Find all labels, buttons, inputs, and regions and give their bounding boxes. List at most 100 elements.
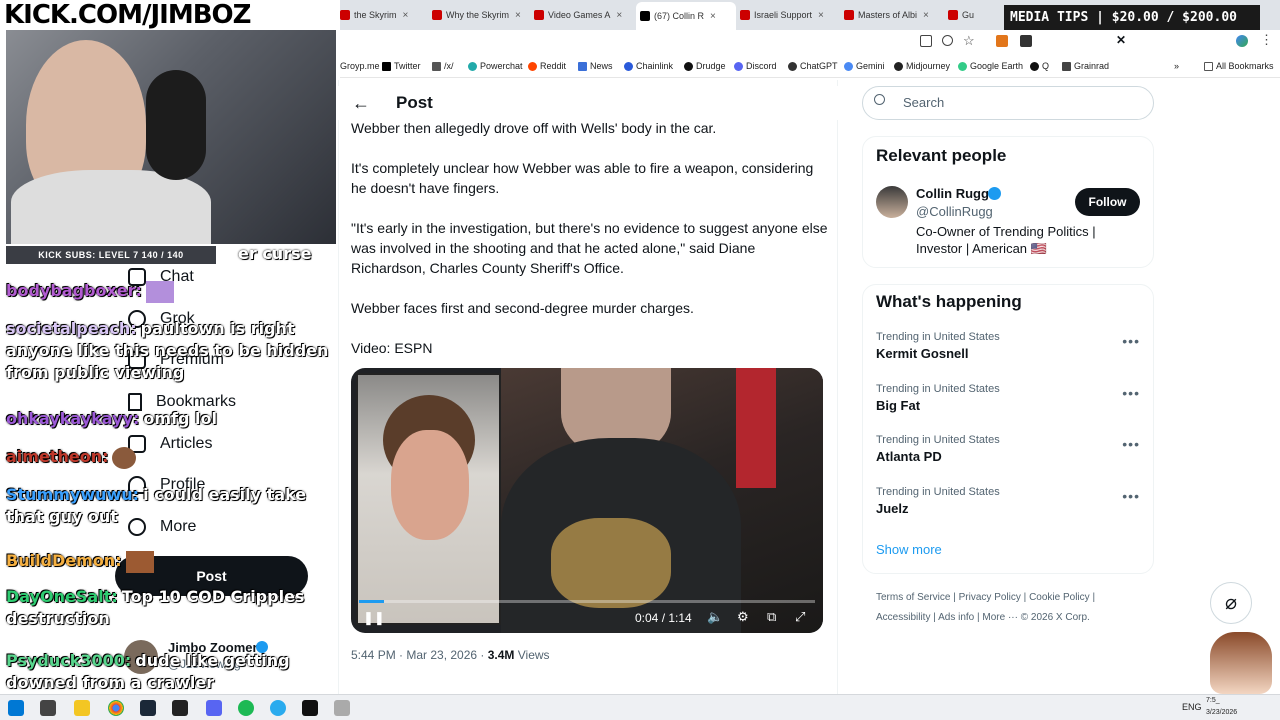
back-arrow-icon[interactable]: ← xyxy=(352,93,370,114)
file-explorer-icon[interactable] xyxy=(74,700,90,716)
views-count: 3.4M xyxy=(487,648,515,662)
close-icon[interactable]: × xyxy=(515,10,521,21)
subs-goal-bar: KICK SUBS: LEVEL 7 140 / 140 xyxy=(6,246,216,264)
browser-tab[interactable]: Israeli Support × xyxy=(740,4,840,26)
face xyxy=(391,430,469,540)
more-icon[interactable]: ••• xyxy=(1122,436,1140,452)
bookmark[interactable]: ChatGPT xyxy=(788,61,838,71)
settings-icon[interactable]: ⚙ xyxy=(737,609,749,625)
windows-start-icon[interactable] xyxy=(8,700,24,716)
trend-context: Trending in United States xyxy=(876,486,1000,498)
pause-icon[interactable]: ❚❚ xyxy=(363,610,385,626)
person-name[interactable]: Collin Rugg xyxy=(916,186,989,201)
bookmark[interactable]: Discord xyxy=(734,61,777,71)
chrome-icon[interactable] xyxy=(108,700,124,716)
discord-icon[interactable] xyxy=(206,700,222,716)
volume-icon[interactable]: 🔈 xyxy=(707,609,723,625)
views-label: Views xyxy=(514,648,550,662)
language-indicator[interactable]: ENG xyxy=(1182,702,1202,712)
task-view-icon[interactable] xyxy=(40,700,56,716)
trend-item[interactable]: Trending in United States Juelz ••• xyxy=(876,486,1146,516)
chat-username: bodybagboxer: xyxy=(6,281,142,300)
footer-link[interactable]: Cookie Policy xyxy=(1029,592,1090,603)
bookmark[interactable]: Twitter xyxy=(382,61,421,71)
metamask-icon[interactable] xyxy=(996,35,1008,47)
telegram-icon[interactable] xyxy=(270,700,286,716)
footer-link[interactable]: More ··· xyxy=(982,612,1018,623)
close-icon[interactable]: × xyxy=(616,10,622,21)
bookmark-label: Midjourney xyxy=(906,61,951,71)
trend-item[interactable]: Trending in United States Kermit Gosnell •… xyxy=(876,331,1146,361)
microphone-icon xyxy=(146,70,206,180)
footer-link[interactable]: Accessibility xyxy=(876,612,930,623)
bookmark[interactable]: Chainlink xyxy=(624,61,673,71)
app-icon[interactable] xyxy=(302,700,318,716)
section-title: What's happening xyxy=(876,292,1022,311)
more-icon[interactable]: ••• xyxy=(1122,333,1140,349)
screenshot-icon[interactable] xyxy=(920,35,932,47)
footer-link[interactable]: Terms of Service xyxy=(876,592,950,603)
post-timestamp[interactable]: 5:44 PM · Mar 23, 2026 · xyxy=(351,648,488,662)
post-paragraph: Video: ESPN xyxy=(351,340,433,356)
copyright: © 2026 X Corp. xyxy=(1020,612,1090,623)
menu-icon[interactable]: ⋮ xyxy=(1260,32,1273,48)
all-bookmarks[interactable]: All Bookmarks xyxy=(1204,61,1274,71)
discord-icon xyxy=(734,61,743,71)
zoom-icon[interactable] xyxy=(942,35,953,46)
bookmark[interactable]: Q xyxy=(1030,61,1049,71)
browser-tab[interactable]: Why the Skyrim × xyxy=(432,4,530,26)
video-player[interactable]: ❚❚ 0:04 / 1:14 🔈 ⚙ ⧉ ⤢ xyxy=(351,368,823,633)
steam-icon[interactable] xyxy=(140,700,156,716)
star-icon[interactable]: ☆ xyxy=(963,33,975,49)
footer-link[interactable]: Ads info xyxy=(938,612,974,623)
browser-tab-active[interactable]: (67) Collin R × xyxy=(636,2,736,30)
show-more-link[interactable]: Show more xyxy=(876,542,942,557)
bookmark[interactable]: Grainrad xyxy=(1062,61,1109,71)
chat-username: BuildDemon: xyxy=(6,551,122,570)
video-controls: ❚❚ 0:04 / 1:14 🔈 ⚙ ⧉ ⤢ xyxy=(351,600,823,633)
bookmark[interactable]: Midjourney xyxy=(894,61,950,71)
profile-icon[interactable] xyxy=(1236,35,1248,47)
grok-float-icon[interactable]: ⌀ xyxy=(1210,582,1252,624)
more-icon[interactable]: ••• xyxy=(1122,488,1140,504)
footer-link[interactable]: Privacy Policy xyxy=(959,592,1021,603)
bookmark[interactable]: Powerchat xyxy=(468,61,523,71)
chat-message: bodybagboxer: xyxy=(6,280,346,303)
x-extension-icon[interactable]: ✕ xyxy=(1116,33,1126,47)
clock-date: 3/23/2026 xyxy=(1206,709,1238,716)
bookmark[interactable]: Google Earth xyxy=(958,61,1023,71)
chat-fragment: er curse xyxy=(238,244,312,263)
trend-item[interactable]: Trending in United States Atlanta PD ••• xyxy=(876,434,1146,464)
shield-icon[interactable] xyxy=(1020,35,1032,47)
terminal-icon[interactable] xyxy=(172,700,188,716)
clock[interactable]: 7:5_ 3/23/2026 xyxy=(1206,695,1237,719)
chevron-right-icon[interactable]: » xyxy=(1174,61,1179,71)
follow-button[interactable]: Follow xyxy=(1075,188,1140,216)
chat-message: aimetheon: xyxy=(6,446,346,469)
browser-tab[interactable]: the Skyrim × xyxy=(340,4,430,26)
bookmark[interactable]: News xyxy=(578,61,613,71)
bookmark[interactable]: /x/ xyxy=(432,61,454,71)
bookmark[interactable]: Reddit xyxy=(528,61,566,71)
pip-icon[interactable]: ⧉ xyxy=(767,609,776,625)
browser-tab[interactable]: Gu xyxy=(948,4,988,26)
bookmark[interactable]: Gemini xyxy=(844,61,885,71)
app-icon[interactable] xyxy=(334,700,350,716)
more-icon[interactable]: ••• xyxy=(1122,385,1140,401)
trend-item[interactable]: Trending in United States Big Fat ••• xyxy=(876,383,1146,413)
fullscreen-icon[interactable]: ⤢ xyxy=(795,609,805,625)
bookmark[interactable]: Drudge xyxy=(684,61,726,71)
spotify-icon[interactable] xyxy=(238,700,254,716)
bookmark[interactable]: Groyp.me xyxy=(340,61,380,71)
chatgpt-icon xyxy=(788,61,797,71)
bookmark-label: ChatGPT xyxy=(800,61,838,71)
browser-tab[interactable]: Video Games A × xyxy=(534,4,632,26)
progress-track[interactable] xyxy=(359,600,815,603)
close-icon[interactable]: × xyxy=(710,11,716,22)
avatar[interactable] xyxy=(876,186,908,218)
close-icon[interactable]: × xyxy=(403,10,409,21)
close-icon[interactable]: × xyxy=(818,10,824,21)
close-icon[interactable]: × xyxy=(923,10,929,21)
search-input[interactable]: Search xyxy=(862,86,1154,120)
browser-tab[interactable]: Masters of Albi × xyxy=(844,4,944,26)
